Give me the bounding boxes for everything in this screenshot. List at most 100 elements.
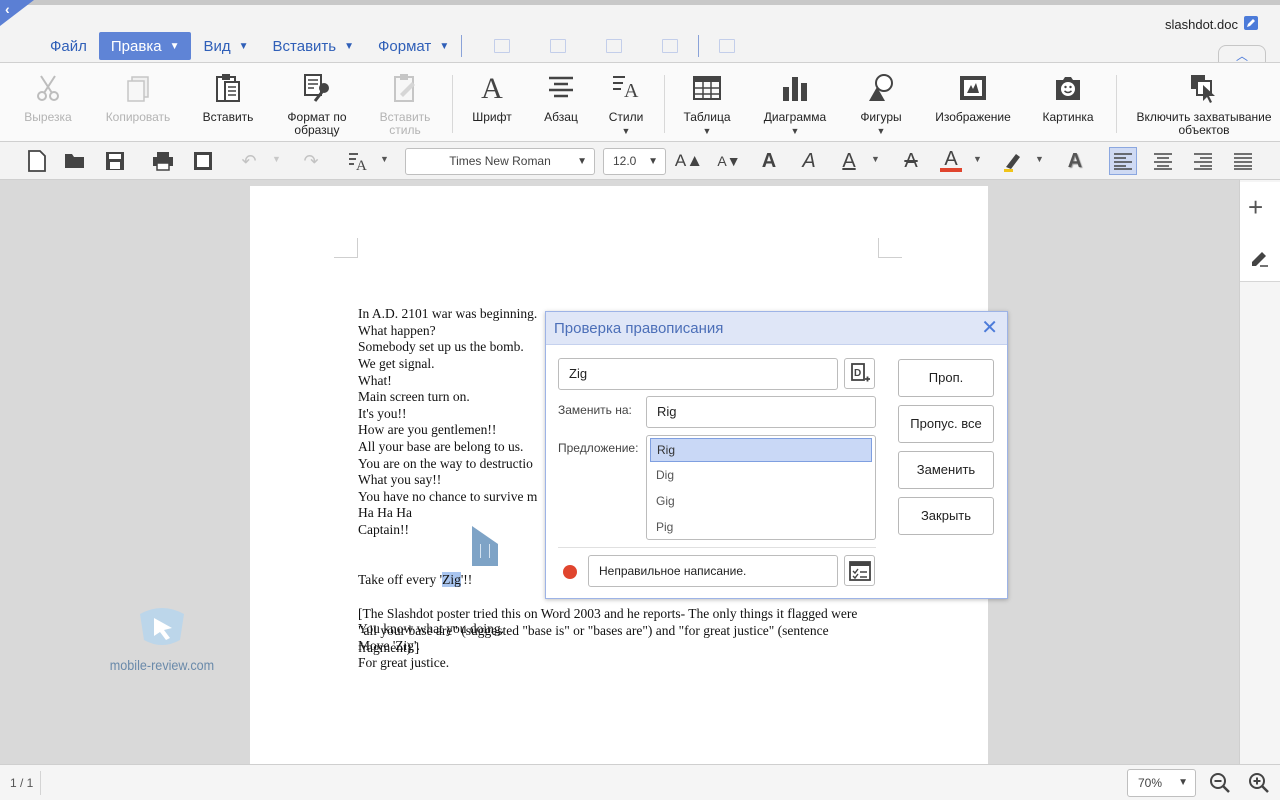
- text-line: You have no chance to survive m: [358, 488, 538, 504]
- strikethrough-icon[interactable]: A: [898, 148, 924, 174]
- menu-insert[interactable]: Вставить ▼: [261, 32, 367, 60]
- shapes-button[interactable]: Фигуры ▼: [852, 71, 910, 138]
- font-color-icon[interactable]: A: [938, 148, 964, 174]
- font-button[interactable]: A Шрифт: [466, 71, 518, 124]
- align-center-icon[interactable]: [1150, 148, 1176, 174]
- underline-icon[interactable]: A: [836, 148, 862, 174]
- chart-icon[interactable]: [550, 39, 567, 53]
- close-button[interactable]: Закрыть: [898, 497, 994, 535]
- chevron-down-icon: ▼: [344, 40, 355, 52]
- chevron-down-icon[interactable]: ▼: [1035, 154, 1044, 164]
- suggestion-item[interactable]: Pig: [650, 516, 872, 540]
- menu-view[interactable]: Вид ▼: [191, 32, 260, 60]
- suggestion-item[interactable]: Dig: [650, 464, 872, 488]
- suggestions-list[interactable]: Rig Dig Gig Pig: [646, 435, 876, 540]
- checklist-window-icon: [848, 560, 871, 581]
- watermark: mobile-review.com: [104, 604, 220, 673]
- align-left-icon[interactable]: [1109, 147, 1137, 175]
- spell-options-button[interactable]: [844, 555, 875, 586]
- paragraph-button[interactable]: Абзац: [536, 71, 586, 124]
- format-painter-button[interactable]: Формат по образцу: [278, 71, 356, 137]
- copy-button[interactable]: Копировать: [100, 71, 176, 124]
- menu-format[interactable]: Формат ▼: [366, 32, 461, 60]
- cut-button[interactable]: Вырезка: [18, 71, 78, 124]
- styles-button[interactable]: A Стили ▼: [602, 71, 650, 138]
- menu-insert-label: Вставить: [272, 37, 337, 55]
- add-to-dictionary-button[interactable]: D: [844, 358, 875, 389]
- chevron-down-icon[interactable]: ▼: [380, 154, 389, 164]
- scissors-icon: [31, 71, 65, 105]
- error-status-icon: [563, 565, 577, 579]
- font-size-select[interactable]: 12.0 ▼: [603, 148, 666, 175]
- replace-with-value: Rig: [657, 404, 677, 419]
- text-shadow-icon[interactable]: A: [1062, 148, 1088, 174]
- picture-button[interactable]: Картинка: [1036, 71, 1100, 124]
- text-line: We get signal.: [358, 355, 435, 371]
- suggestion-item[interactable]: Gig: [650, 490, 872, 514]
- close-icon[interactable]: ✕: [981, 318, 998, 338]
- skip-all-button[interactable]: Пропус. все: [898, 405, 994, 443]
- pen-icon[interactable]: [1250, 248, 1270, 273]
- chevron-down-icon[interactable]: ▼: [871, 154, 880, 164]
- picture-icon[interactable]: [719, 39, 736, 53]
- replace-button[interactable]: Заменить: [898, 451, 994, 489]
- text-line: How are you gentlemen!!: [358, 422, 497, 438]
- zoom-select[interactable]: 70% ▼: [1127, 769, 1196, 797]
- bold-icon[interactable]: A: [756, 148, 782, 174]
- suggestion-item[interactable]: Rig: [650, 438, 872, 462]
- text-line: Main screen turn on.: [358, 389, 470, 405]
- skip-button[interactable]: Проп.: [898, 359, 994, 397]
- plus-icon[interactable]: +: [1248, 194, 1263, 220]
- image-label: Изображение: [935, 110, 1011, 124]
- chevron-down-icon[interactable]: ▼: [973, 154, 982, 164]
- chevron-down-icon[interactable]: ▼: [272, 154, 281, 164]
- table-button[interactable]: Таблица ▼: [678, 71, 736, 138]
- font-family-select[interactable]: Times New Roman ▼: [405, 148, 595, 175]
- chart-button[interactable]: Диаграмма ▼: [758, 71, 832, 138]
- save-icon[interactable]: [102, 148, 128, 174]
- increase-font-icon[interactable]: A▲: [675, 148, 703, 174]
- page-layout-icon[interactable]: [190, 148, 216, 174]
- divider: [1116, 75, 1117, 133]
- menu-format-label: Формат: [378, 37, 432, 55]
- replace-with-input[interactable]: Rig: [646, 396, 876, 428]
- clipboard-icon: [211, 71, 245, 105]
- decrease-font-icon[interactable]: A▼: [716, 148, 742, 174]
- text-style-icon[interactable]: A: [346, 148, 372, 174]
- paste-style-button[interactable]: Вставить стиль: [370, 71, 440, 137]
- menu-file[interactable]: Файл: [38, 32, 99, 60]
- zoom-out-icon[interactable]: [1209, 772, 1231, 794]
- back-button[interactable]: ‹: [0, 0, 34, 26]
- object-capture-button[interactable]: Включить захватывание объектов: [1130, 71, 1278, 137]
- paragraph-label: Абзац: [544, 110, 578, 124]
- new-document-icon[interactable]: [24, 148, 50, 174]
- suggestions-label: Предложение:: [558, 441, 639, 455]
- misspelled-word[interactable]: Zig: [442, 571, 461, 587]
- status-field: Неправильное написание.: [588, 555, 838, 587]
- image-button[interactable]: Изображение: [930, 71, 1016, 124]
- text-line: For great justice.: [358, 654, 450, 670]
- chevron-down-icon: ▼: [1178, 777, 1188, 788]
- open-folder-icon[interactable]: [62, 148, 88, 174]
- align-right-icon[interactable]: [1190, 148, 1216, 174]
- redo-icon[interactable]: ↷: [298, 148, 324, 174]
- menu-edit[interactable]: Правка ▼: [98, 32, 192, 60]
- misspelled-word-field[interactable]: Zig: [558, 358, 838, 390]
- table-label: Таблица: [683, 110, 731, 124]
- underline-glyph: A: [842, 149, 856, 172]
- table-icon[interactable]: [494, 39, 511, 53]
- italic-icon[interactable]: A: [796, 148, 822, 174]
- paste-button[interactable]: Вставить: [196, 71, 260, 124]
- chevron-down-icon: ▼: [169, 40, 180, 52]
- main-menu: Файл Правка ▼ Вид ▼ Вставить ▼ Формат ▼: [38, 30, 755, 62]
- print-icon[interactable]: [150, 148, 176, 174]
- undo-icon[interactable]: ↶: [236, 148, 262, 174]
- zoom-in-icon[interactable]: [1248, 772, 1270, 794]
- justify-icon[interactable]: [1230, 148, 1256, 174]
- shapes-icon[interactable]: [662, 39, 679, 53]
- chevron-down-icon: ▼: [876, 126, 886, 136]
- highlighter-icon[interactable]: [1000, 148, 1026, 174]
- image-icon[interactable]: [606, 39, 623, 53]
- text-line: All your base are belong to us.: [358, 438, 524, 454]
- pencil-square-icon[interactable]: [1244, 16, 1258, 30]
